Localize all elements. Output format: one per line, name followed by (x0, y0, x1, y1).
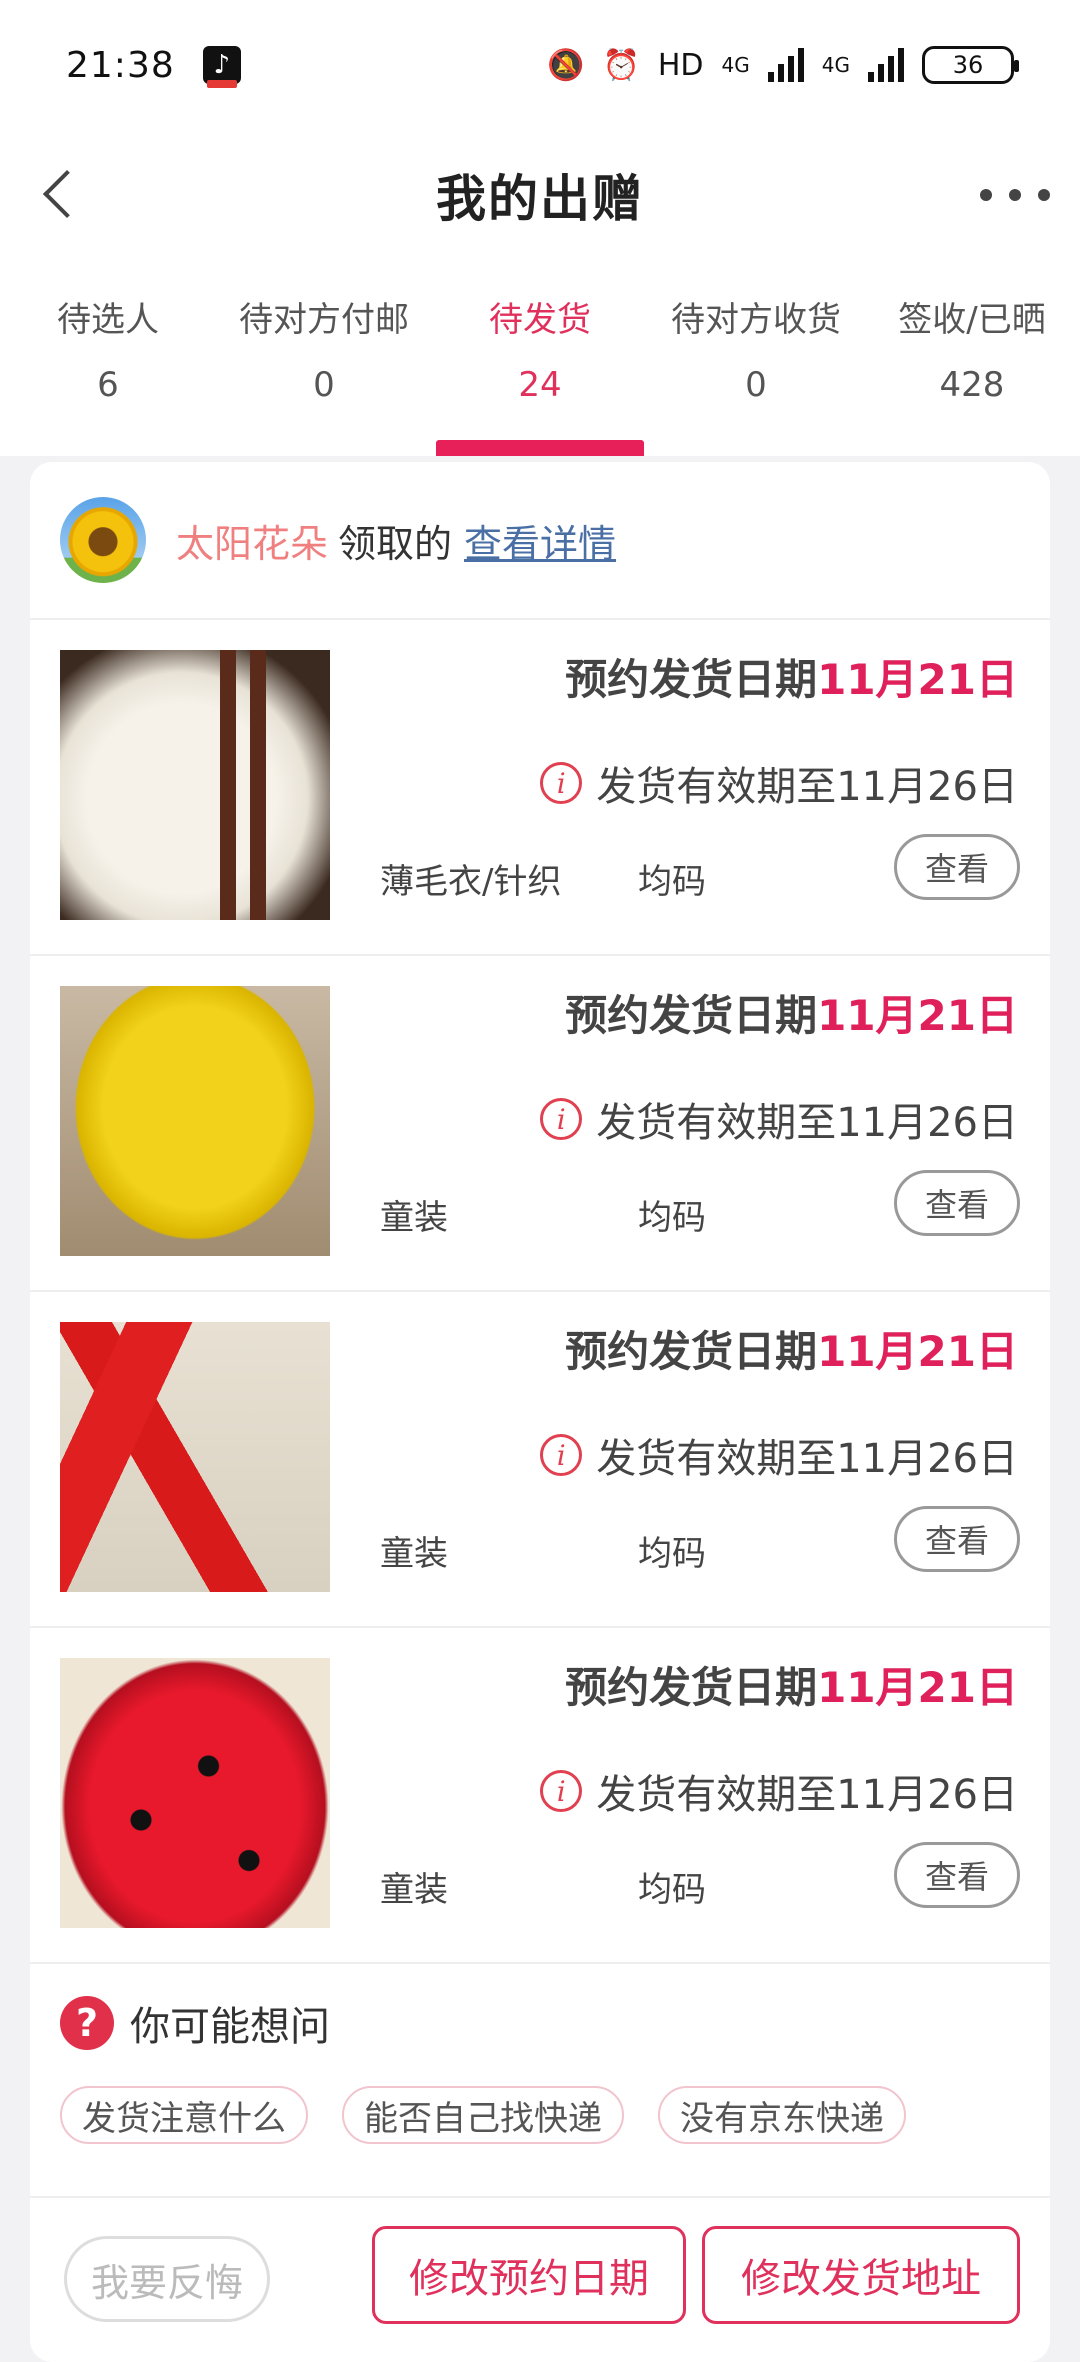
tiktok-notification-icon: ♪ (202, 46, 241, 88)
validity-text: 发货有效期至11月26日 (596, 764, 1018, 810)
ship-validity: i 发货有效期至11月26日 (540, 1426, 1018, 1484)
faq-chip[interactable]: 发货注意什么 (60, 2086, 308, 2144)
item-thumbnail[interactable] (60, 1322, 330, 1592)
tab-received[interactable]: 签收/已晒 428 (864, 260, 1080, 456)
ship-date-label: 预约发货日期 (565, 1663, 818, 1712)
status-icons: 🔕 ⏰ HD 4G 4G 36 (547, 46, 1019, 84)
view-button[interactable]: 查看 (894, 834, 1020, 900)
view-button[interactable]: 查看 (894, 1842, 1020, 1908)
alarm-icon: ⏰ (602, 47, 640, 83)
signal-icon-1 (767, 48, 804, 82)
faq-section: ? 你可能想问 发货注意什么 能否自己找快递 没有京东快递 (30, 1964, 1050, 2198)
status-bar: 21:38 ♪ 🔕 ⏰ HD 4G 4G 36 (0, 0, 1080, 130)
more-dot-icon (980, 189, 992, 201)
question-icon: ? (60, 1996, 114, 2050)
list-item: 预约发货日期11月21日 i 发货有效期至11月26日 童装 均码 查看 (30, 956, 1050, 1292)
info-icon: i (540, 1098, 583, 1140)
tab-pending-select[interactable]: 待选人 6 (0, 260, 216, 456)
more-dot-icon (1009, 189, 1021, 201)
back-button[interactable] (24, 154, 94, 234)
status-time: 21:38 (66, 44, 175, 86)
ship-date-label: 预约发货日期 (565, 991, 818, 1040)
faq-title: 你可能想问 (130, 2004, 330, 2050)
tab-pending-postage[interactable]: 待对方付邮 0 (216, 260, 432, 456)
item-category: 童装 (380, 1870, 448, 1910)
tab-count: 24 (518, 365, 562, 405)
mute-icon: 🔕 (547, 47, 585, 83)
item-size: 均码 (638, 1870, 706, 1910)
action-bar: 我要反悔 修改预约日期 修改发货地址 (30, 2198, 1050, 2362)
change-date-button[interactable]: 修改预约日期 (372, 2226, 686, 2324)
ship-validity: i 发货有效期至11月26日 (540, 754, 1018, 812)
network-label-2: 4G (821, 53, 850, 77)
info-icon: i (540, 762, 583, 804)
list-item: 预约发货日期11月21日 i 发货有效期至11月26日 薄毛衣/针织 均码 查看 (30, 620, 1050, 956)
faq-chip[interactable]: 没有京东快递 (658, 2086, 906, 2144)
item-size: 均码 (638, 862, 706, 902)
validity-text: 发货有效期至11月26日 (596, 1436, 1018, 1482)
info-icon: i (540, 1434, 583, 1476)
list-item: 预约发货日期11月21日 i 发货有效期至11月26日 童装 均码 查看 (30, 1292, 1050, 1628)
item-category: 薄毛衣/针织 (380, 862, 562, 902)
ship-date-value: 11月21日 (817, 991, 1018, 1040)
faq-header: ? 你可能想问 (60, 1994, 1020, 2052)
tab-pending-ship[interactable]: 待发货 24 (432, 260, 648, 456)
validity-text: 发货有效期至11月26日 (596, 1100, 1018, 1146)
tab-label: 签收/已晒 (898, 300, 1046, 340)
tab-count: 0 (745, 365, 767, 405)
item-thumbnail[interactable] (60, 1658, 330, 1928)
active-tab-indicator (436, 440, 644, 456)
more-dot-icon (1038, 189, 1050, 201)
ship-date: 预约发货日期11月21日 (565, 1318, 1018, 1379)
hd-label: HD (657, 47, 704, 83)
ship-date-value: 11月21日 (817, 1327, 1018, 1376)
view-button[interactable]: 查看 (894, 1506, 1020, 1572)
ship-date-label: 预约发货日期 (565, 1327, 818, 1376)
list-item: 预约发货日期11月21日 i 发货有效期至11月26日 童装 均码 查看 (30, 1628, 1050, 1964)
more-options-button[interactable] (980, 170, 1050, 220)
item-category: 童装 (380, 1198, 448, 1238)
ship-validity: i 发货有效期至11月26日 (540, 1090, 1018, 1148)
item-size: 均码 (638, 1534, 706, 1574)
faq-chip[interactable]: 能否自己找快递 (342, 2086, 624, 2144)
tab-label: 待选人 (57, 300, 159, 340)
battery-icon: 36 (922, 46, 1019, 84)
recipient-name[interactable]: 太阳花朵 (176, 513, 328, 568)
ship-date: 预约发货日期11月21日 (565, 982, 1018, 1043)
item-thumbnail[interactable] (60, 986, 330, 1256)
view-button[interactable]: 查看 (894, 1170, 1020, 1236)
nav-bar: 我的出赠 (0, 130, 1080, 260)
tab-label: 待对方收货 (671, 300, 841, 340)
item-thumbnail[interactable] (60, 650, 330, 920)
ship-validity: i 发货有效期至11月26日 (540, 1762, 1018, 1820)
tab-count: 0 (313, 365, 335, 405)
regret-button[interactable]: 我要反悔 (64, 2236, 270, 2322)
signal-icon-2 (868, 48, 904, 82)
tab-label: 待对方付邮 (239, 300, 409, 340)
tab-label: 待发货 (489, 300, 591, 340)
tab-count: 6 (97, 365, 119, 405)
change-address-button[interactable]: 修改发货地址 (702, 2226, 1020, 2324)
info-icon: i (540, 1770, 583, 1812)
order-card: 太阳花朵 领取的 查看详情 预约发货日期11月21日 i 发货有效期至11月26日… (30, 462, 1050, 2362)
tab-count: 428 (939, 365, 1005, 405)
recipient-suffix: 领取的 (338, 521, 453, 566)
item-category: 童装 (380, 1534, 448, 1574)
validity-text: 发货有效期至11月26日 (596, 1772, 1018, 1818)
tab-pending-receive[interactable]: 待对方收货 0 (648, 260, 864, 456)
page-title: 我的出赠 (436, 170, 644, 228)
item-size: 均码 (638, 1198, 706, 1238)
ship-date-label: 预约发货日期 (565, 655, 818, 704)
ship-date-value: 11月21日 (817, 1663, 1018, 1712)
ship-date: 预约发货日期11月21日 (565, 646, 1018, 707)
faq-chips: 发货注意什么 能否自己找快递 没有京东快递 (60, 2086, 1020, 2144)
chevron-left-icon (42, 169, 92, 219)
network-label-1: 4G (721, 53, 750, 77)
avatar[interactable] (60, 497, 146, 583)
ship-date: 预约发货日期11月21日 (565, 1654, 1018, 1715)
ship-date-value: 11月21日 (817, 655, 1018, 704)
view-details-link[interactable]: 查看详情 (464, 513, 616, 568)
status-tabs: 待选人 6 待对方付邮 0 待发货 24 待对方收货 0 签收/已晒 428 (0, 260, 1080, 456)
recipient-row: 太阳花朵 领取的 查看详情 (30, 462, 1050, 620)
